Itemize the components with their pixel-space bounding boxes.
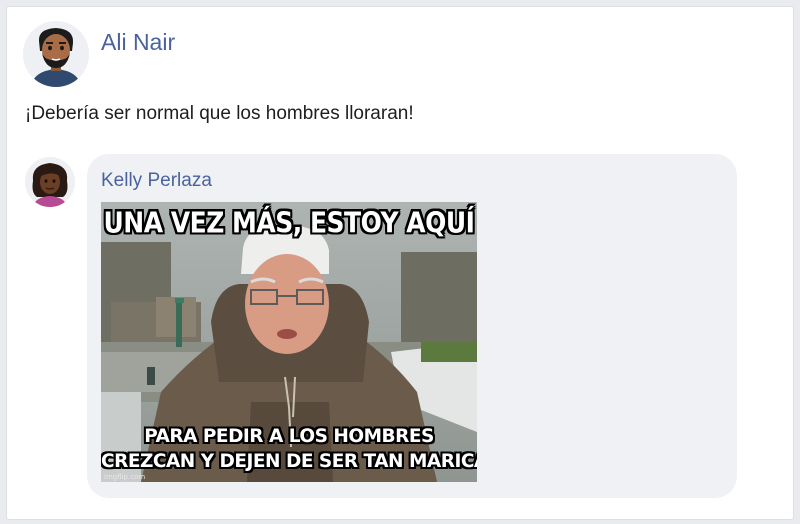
- meme-bottom-caption: PARA PEDIR A LOS HOMBRES CREZCAN Y DEJEN…: [101, 424, 477, 474]
- meme-watermark: imgflip.com: [104, 473, 146, 481]
- post-author-name[interactable]: Ali Nair: [101, 29, 175, 56]
- commenter-avatar[interactable]: [25, 157, 75, 207]
- post-card: Ali Nair ¡Debería ser normal que los hom…: [6, 6, 794, 520]
- author-avatar[interactable]: [23, 21, 89, 87]
- comment-bubble: Kelly Perlaza UNA VEZ MÁS, ESTOY AQUÍ PA…: [87, 154, 737, 498]
- post-text: ¡Debería ser normal que los hombres llor…: [25, 103, 414, 124]
- man-avatar-icon: [23, 21, 89, 87]
- woman-avatar-icon: [25, 157, 75, 207]
- meme-bottom-line-2: CREZCAN Y DEJEN DE SER TAN MARICAS: [101, 451, 477, 472]
- meme-top-caption: UNA VEZ MÁS, ESTOY AQUÍ: [103, 205, 475, 240]
- meme-image[interactable]: UNA VEZ MÁS, ESTOY AQUÍ PARA PEDIR A LOS…: [101, 202, 477, 482]
- commenter-name[interactable]: Kelly Perlaza: [101, 170, 212, 192]
- meme-bottom-line-1: PARA PEDIR A LOS HOMBRES: [144, 426, 434, 447]
